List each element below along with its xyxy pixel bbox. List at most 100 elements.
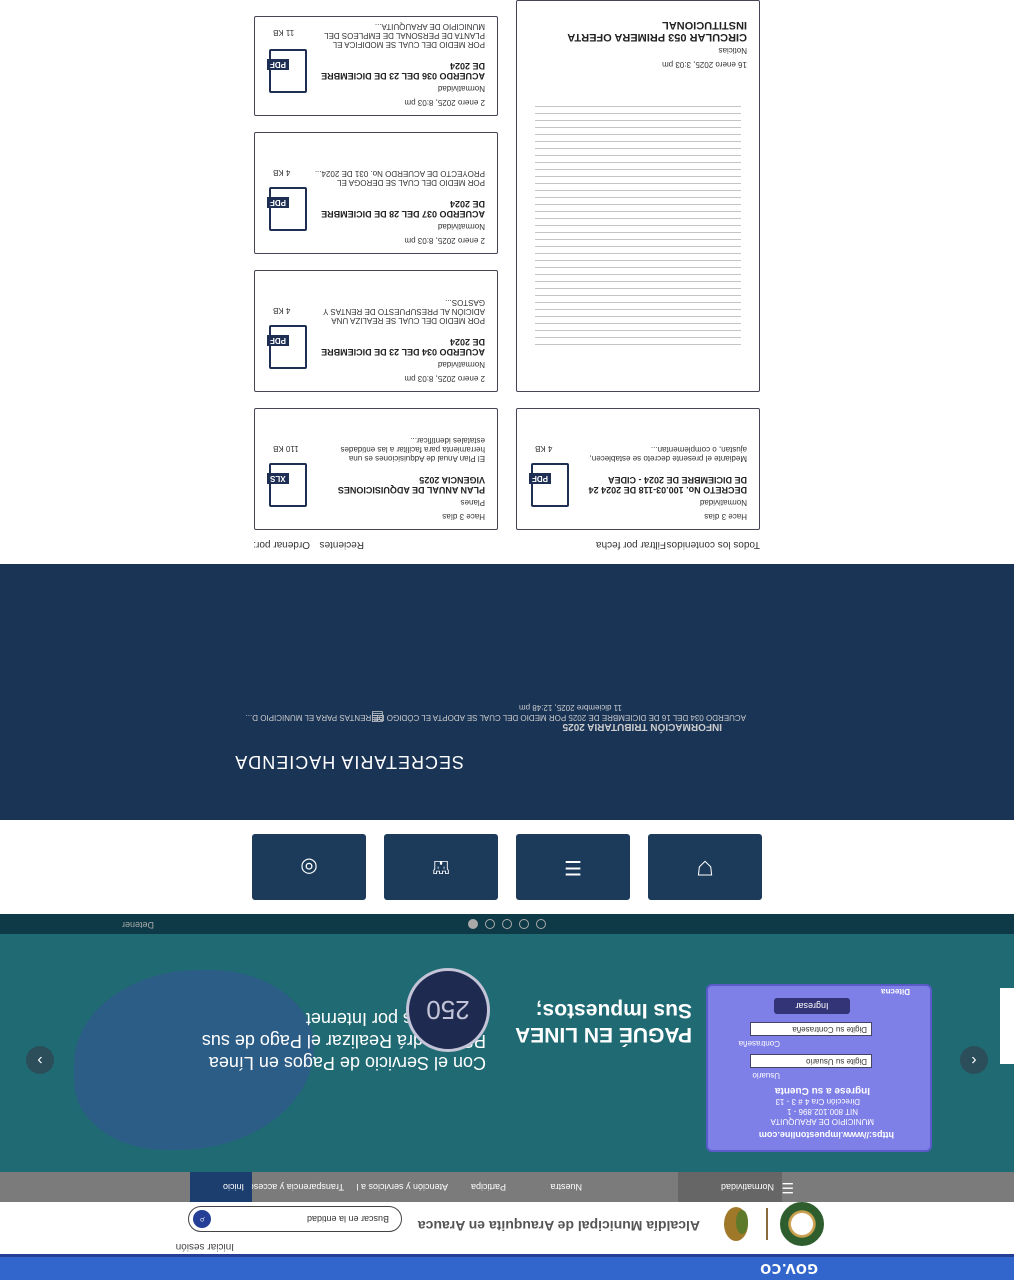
hacienda-news-date: 11 diciembre 2025, 12:48 pm [518,703,622,712]
carousel-controls: Detener [0,914,1014,934]
nav-atencion[interactable]: Atención y servicios a la ciudadanía [356,1172,456,1202]
govco-logo[interactable]: GOV.CO [760,1260,818,1275]
banner-title: PAGUÉ EN LINEA Sus Impuestos; [515,999,692,1046]
doc-card-4[interactable]: PDF 2 enero 2025, 8:03 pm Normatividad A… [254,132,498,254]
nav-transparencia[interactable]: Transparencia y acceso a la información … [252,1172,352,1202]
document-icon: ☰ [564,856,582,878]
hamburger-menu-icon[interactable]: ☰ [781,1179,794,1196]
doc-date: Hace 3 días [704,512,747,521]
xls-file-icon: XLS [267,463,307,507]
doc-card-5[interactable]: PDF 2 enero 2025, 8:03 pm Normatividad A… [254,16,498,116]
header-divider [766,1208,768,1240]
carousel-dot-5[interactable] [536,919,546,929]
user-label: Usuario [752,1071,780,1080]
doc-category: Planes [460,498,485,507]
circular-title[interactable]: CIRCULAR 053 PRIMERA OFERTA INSTITUCIONA… [527,19,747,43]
card-heading: Ingrese a su Cuenta [774,1085,870,1096]
hacienda-title: SECRETARIA HACIENDA [234,752,464,772]
card-municipio: MUNICIPIO DE ARAUQUITA [770,1117,874,1126]
doc-date: Hace 3 días [442,512,485,521]
quick-tile-4[interactable]: ◎ [252,834,366,900]
nav-nuestra[interactable]: Nuestra [530,1172,590,1202]
doc-desc: El Plan Anual de Adquisiciones es una he… [340,436,485,463]
doc-date: 2 enero 2025, 8:03 pm [404,236,485,245]
order-value[interactable]: Recientes [320,539,364,550]
carousel-dot-1[interactable] [468,919,478,929]
chart-icon: ⛉ [697,856,713,878]
doc-title[interactable]: ACUERDO 034 DEL 23 DE DICIEMBRE DE 2024 [313,337,485,357]
doc-size: 4 KB [273,306,291,315]
filter-all-contents[interactable]: Todos los contenidos [667,539,760,550]
order-label: Ordenar por: [253,539,310,550]
doc-card-1[interactable]: PDF Hace 3 días Normatividad DECRETO No.… [516,408,760,530]
municipal-seal-icon[interactable] [780,1202,824,1246]
doc-size: 4 KB [273,168,291,177]
emblem-text: 250 [426,995,470,1025]
carousel-dot-3[interactable] [502,919,512,929]
bank-icon: ⛫ [431,856,451,878]
doc-size: 4 KB [535,444,553,453]
doc-category: Normatividad [437,360,485,369]
carousel-dot-4[interactable] [519,919,529,929]
password-label: Contraseña [738,1039,780,1048]
hacienda-news-desc: ACUERDO 034 DEL 16 DE DICIEMBRE DE 2025 … [245,713,746,722]
accessibility-toolbar[interactable] [1000,988,1014,1064]
circular-date: 16 enero 2025, 3:03 pm [662,60,747,69]
doc-title[interactable]: DECRETO No. 100.03-118 DE 2024 24 DE DIC… [575,475,747,495]
next-slide-button[interactable]: ‹ [960,1046,988,1074]
doc-category: Normatividad [699,498,747,507]
doc-desc: POR MEDIO DEL CUAL SE DEROGA EL PROYECTO… [314,169,485,187]
file-type-tag: PDF [267,197,289,208]
pdf-file-icon: PDF [267,49,307,93]
filter-date-label[interactable]: Filtrar por fecha [596,539,666,550]
ditecna-brand: Ditecna [881,987,910,996]
password-field[interactable]: Digite su Contraseña [750,1022,872,1036]
file-type-tag: PDF [267,59,289,70]
hacienda-section: SECRETARIA HACIENDA ▤ INFORMACIÓN TRIBUT… [0,564,1014,820]
circular-category: Noticias [718,46,747,55]
search-icon[interactable]: ⌕ [193,1210,211,1228]
doc-title[interactable]: ACUERDO 037 DEL 28 DE DICIEMBRE DE 2024 [313,199,485,219]
quick-tile-3[interactable]: ⛫ [384,834,498,900]
pse-emblem-icon: 250 [406,968,490,1052]
prev-slide-button[interactable]: › [26,1046,54,1074]
doc-card-2[interactable]: XLS Hace 3 días Planes PLAN ANUAL DE ADQ… [254,408,498,530]
doc-category: Normatividad [437,84,485,93]
gov-bar: GOV.CO [0,1254,1014,1280]
carousel-stop-button[interactable]: Detener [122,920,154,930]
nav-participa[interactable]: Participa [454,1172,514,1202]
doc-category: Normatividad [437,222,485,231]
hacienda-news-title[interactable]: INFORMACIÓN TRIBUTARIA 2025 [563,721,722,732]
doc-desc: POR MEDIO DEL CUAL SE REALIZA UNA ADICIÓ… [323,298,485,325]
quick-tile-2[interactable]: ☰ [516,834,630,900]
search-input[interactable]: Buscar en la entidad [307,1214,389,1224]
doc-size: 11 KB [273,28,295,37]
pdf-file-icon: PDF [267,187,307,231]
doc-title[interactable]: ACUERDO 036 DEL 23 DE DICIEMBRE DE 2024 [313,61,485,81]
nav-inicio[interactable]: Inicio [190,1172,252,1202]
doc-date: 2 enero 2025, 8:03 pm [404,374,485,383]
user-field[interactable]: Digite su Usuario [750,1054,872,1068]
doc-card-3[interactable]: PDF 2 enero 2025, 8:03 pm Normatividad A… [254,270,498,392]
card-url[interactable]: https://www.impuestonline.com [759,1130,894,1140]
circular-card[interactable]: 16 enero 2025, 3:03 pm Noticias CIRCULAR… [516,0,760,392]
carousel-dot-2[interactable] [485,919,495,929]
file-type-tag: PDF [267,335,289,346]
doc-size: 110 KB [273,444,299,453]
documents-section: Todos los contenidos Filtrar por fecha R… [0,0,1014,564]
login-card: https://www.impuestonline.com MUNICIPIO … [706,984,932,1152]
search-box[interactable]: Buscar en la entidad ⌕ [188,1206,402,1232]
login-link[interactable]: Iniciar sesión [176,1241,234,1252]
card-direccion: Dirección Cra 4 # 3 - 13 [775,1097,860,1106]
pdf-file-icon: PDF [267,325,307,369]
ingresar-button[interactable]: Ingresar [774,998,850,1014]
quick-tile-1[interactable]: ⛉ [648,834,762,900]
pdf-file-icon: PDF [529,463,569,507]
cacao-logo-icon [724,1207,748,1241]
coin-icon: ◎ [300,856,318,878]
doc-title[interactable]: PLAN ANUAL DE ADQUISICIONES VIGENCIA 202… [313,475,485,495]
nav-normatividad[interactable]: Normatividad [678,1172,782,1202]
main-nav: ☰ Normatividad Nuestra Participa Atenció… [0,1172,1014,1202]
page: GOV.CO Alcaldía Municipal de Arauquita e… [0,0,1014,1280]
doc-desc: POR MEDIO DEL CUAL SE MODIFICA EL PLANTA… [324,22,485,49]
